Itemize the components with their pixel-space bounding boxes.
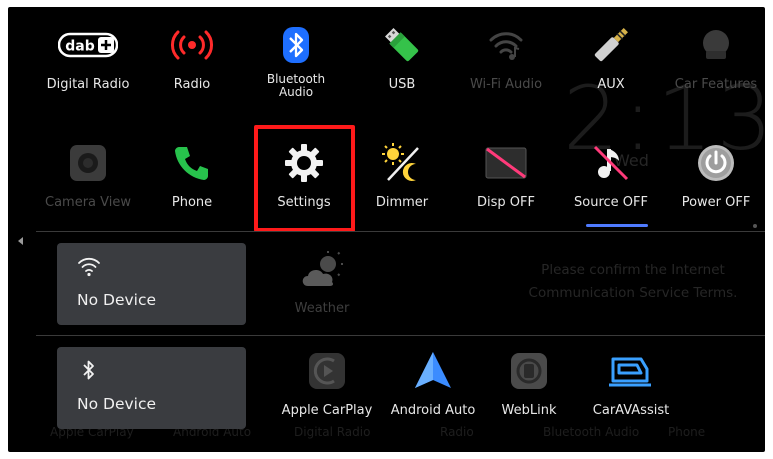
app-usb[interactable]: USB (354, 11, 450, 107)
settings-highlight-box (254, 125, 355, 232)
app-label: USB (388, 77, 416, 92)
app-car-features[interactable]: Car Features (668, 11, 764, 107)
camera-icon (40, 137, 136, 189)
app-aux[interactable]: AUX (563, 11, 659, 107)
app-android-auto[interactable]: Android Auto (378, 337, 488, 433)
bluetooth-icon (77, 359, 101, 381)
bluetooth-device-label: No Device (77, 395, 157, 413)
weather-icon (286, 243, 358, 297)
divider (36, 231, 765, 232)
side-panel-arrow[interactable] (18, 237, 23, 245)
app-label: Phone (171, 195, 213, 210)
app-radio[interactable]: Radio (144, 11, 240, 107)
android-auto-icon (378, 345, 488, 397)
app-bluetooth-audio[interactable]: Bluetooth Audio (248, 11, 344, 107)
app-label: CarAVAssist (592, 403, 670, 418)
bluetooth-icon (248, 19, 344, 71)
wifi-device-card[interactable]: No Device (57, 243, 246, 325)
page-dot (753, 224, 757, 228)
wifi-icon (77, 255, 101, 277)
usb-icon (354, 19, 450, 71)
app-label: Bluetooth Audio (266, 72, 326, 99)
app-label: Source OFF (574, 195, 648, 210)
app-camera-view[interactable]: Camera View (40, 129, 136, 225)
app-label: Power OFF (681, 195, 751, 210)
app-digital-radio[interactable]: dab Digital Radio (40, 11, 136, 107)
radio-waves-icon (144, 19, 240, 71)
app-power-off[interactable]: Power OFF (668, 129, 764, 225)
aux-jack-icon (563, 19, 659, 71)
app-label: Radio (173, 77, 211, 92)
app-label: Android Auto (390, 403, 476, 418)
app-label: AUX (597, 77, 625, 92)
svg-text:dab: dab (65, 39, 95, 55)
app-weblink[interactable]: WebLink (474, 337, 584, 433)
wifi-device-label: No Device (77, 291, 157, 309)
app-wifi-audio[interactable]: Wi-Fi Audio (458, 11, 554, 107)
phone-icon (144, 137, 240, 189)
dab-icon: dab (40, 19, 136, 71)
dimmer-icon (354, 137, 450, 189)
weather-widget[interactable]: Weather (286, 243, 358, 316)
source-off-icon (563, 137, 659, 189)
app-label: Apple CarPlay (281, 403, 373, 418)
app-label: Car Features (674, 77, 758, 92)
car-features-icon (668, 19, 764, 71)
power-icon (668, 137, 764, 189)
app-label: WebLink (501, 403, 557, 418)
wifi-audio-icon (458, 19, 554, 71)
app-phone[interactable]: Phone (144, 129, 240, 225)
background-notice: Please confirm the Internet Communicatio… (528, 262, 738, 301)
display-off-icon (458, 137, 554, 189)
app-source-off[interactable]: Source OFF (563, 129, 659, 225)
app-dimmer[interactable]: Dimmer (354, 129, 450, 225)
app-label: Wi-Fi Audio (469, 77, 543, 92)
app-label: Digital Radio (46, 77, 130, 92)
page-indicator (586, 224, 648, 227)
head-unit-screen: 2:13 Wed Please confirm the Internet Com… (8, 7, 765, 452)
app-apple-carplay[interactable]: Apple CarPlay (272, 337, 382, 433)
app-label: Disp OFF (477, 195, 535, 210)
app-disp-off[interactable]: Disp OFF (458, 129, 554, 225)
carplay-icon (272, 345, 382, 397)
app-label: Dimmer (375, 195, 429, 210)
weblink-icon (474, 345, 584, 397)
caravassist-icon (576, 345, 686, 397)
divider (36, 335, 765, 336)
weather-label: Weather (294, 301, 350, 316)
bluetooth-device-card[interactable]: No Device (57, 347, 246, 429)
app-label: Camera View (45, 195, 131, 210)
app-caravassist[interactable]: CarAVAssist (576, 337, 686, 433)
